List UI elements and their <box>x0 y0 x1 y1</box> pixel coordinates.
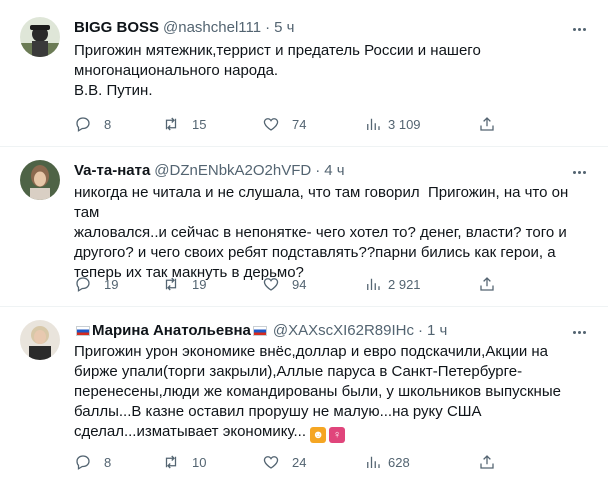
more-icon[interactable] <box>568 19 590 39</box>
share-icon <box>480 277 494 291</box>
views-button[interactable]: 3 109 <box>364 114 421 134</box>
heart-icon <box>263 118 279 131</box>
views-chart-icon <box>367 118 380 130</box>
reply-icon <box>76 277 90 292</box>
avatar[interactable] <box>20 160 60 200</box>
tweet-text: Пригожин урон экономике внёс,доллар и ев… <box>74 342 584 443</box>
tweet-text-body: Пригожин мятежник,террист и предатель Ро… <box>74 42 481 99</box>
share-icon <box>480 455 494 469</box>
share-button[interactable] <box>478 114 496 134</box>
female-sign-emoji-icon: ♀ <box>329 427 346 443</box>
retweet-icon <box>165 117 177 131</box>
author-handle[interactable]: @nashchel111 <box>163 19 261 36</box>
author-name[interactable]: Марина Анатольевна <box>92 322 251 339</box>
views-button[interactable]: 628 <box>364 452 410 472</box>
reply-icon <box>76 117 90 132</box>
retweet-button[interactable]: 19 <box>162 274 206 294</box>
retweet-icon <box>165 277 177 291</box>
avatar[interactable] <box>20 17 60 57</box>
tweet-text-content: Пригожин урон экономике внёс,доллар и ев… <box>74 343 561 440</box>
tweet-text-body: никогда не читала и не слушала, что там … <box>74 184 569 281</box>
separator-dot: · <box>265 19 271 36</box>
author-name[interactable]: Va-та-ната <box>74 162 150 179</box>
share-button[interactable] <box>478 452 496 472</box>
woman-emoji-icon: ☻ <box>310 427 327 443</box>
retweet-icon <box>165 455 177 469</box>
reply-button[interactable]: 8 <box>74 452 111 472</box>
reply-count: 19 <box>104 276 119 292</box>
share-button[interactable] <box>478 274 496 294</box>
like-count: 94 <box>292 276 307 292</box>
more-icon[interactable] <box>568 322 590 342</box>
tweet-header: BIGG BOSS @nashchel111 · 5 ч <box>74 18 294 38</box>
tweet-header: Va-та-ната @DZnENbkA2O2hVFD · 4 ч <box>74 161 345 181</box>
tweet-time[interactable]: 5 ч <box>274 19 294 36</box>
views-count: 3 109 <box>388 116 421 132</box>
views-count: 628 <box>388 454 410 470</box>
reply-count: 8 <box>104 116 112 132</box>
tweet-actions: 8 15 74 3 109 <box>74 114 504 134</box>
share-icon <box>480 117 494 131</box>
reply-count: 8 <box>104 454 112 470</box>
tweet-text: никогда не читала и не слушала, что там … <box>74 183 584 283</box>
more-icon[interactable] <box>568 162 590 182</box>
separator-dot: · <box>315 162 321 179</box>
retweet-count: 19 <box>192 276 207 292</box>
russia-flag-icon <box>76 326 90 336</box>
like-button[interactable]: 24 <box>262 452 306 472</box>
tweet-actions: 19 19 94 2 921 <box>74 274 504 294</box>
like-button[interactable]: 74 <box>262 114 306 134</box>
views-chart-icon <box>367 456 380 468</box>
tweet-time[interactable]: 4 ч <box>324 162 344 179</box>
tweet-text-body: Пригожин урон экономике внёс,доллар и ев… <box>74 342 584 443</box>
heart-icon <box>263 278 279 291</box>
tweet[interactable]: Марина Анатольевна @XAXscXI62R89IHc · 1 ч П… <box>0 306 608 488</box>
tweet-text: Пригожин мятежник,террист и предатель Ро… <box>74 41 584 101</box>
author-handle[interactable]: @DZnENbkA2O2hVFD <box>154 162 311 179</box>
separator-dot: · <box>418 322 423 339</box>
russia-flag-icon <box>252 326 267 336</box>
like-button[interactable]: 94 <box>262 274 306 294</box>
views-chart-icon <box>367 278 380 290</box>
tweet-time[interactable]: 1 ч <box>427 322 447 339</box>
reply-button[interactable]: 19 <box>74 274 118 294</box>
retweet-count: 10 <box>192 454 207 470</box>
avatar[interactable] <box>20 320 60 360</box>
reply-icon <box>76 455 90 470</box>
author-handle[interactable]: @XAXscXI62R89IHc <box>273 322 414 339</box>
reply-button[interactable]: 8 <box>74 114 111 134</box>
tweet-feed: BIGG BOSS @nashchel111 · 5 ч Пригожин мятеж… <box>0 0 608 488</box>
tweet-header: Марина Анатольевна @XAXscXI62R89IHc · 1 ч <box>74 321 447 341</box>
heart-icon <box>263 456 279 469</box>
tweet[interactable]: BIGG BOSS @nashchel111 · 5 ч Пригожин мятеж… <box>0 0 608 146</box>
like-count: 74 <box>292 116 307 132</box>
author-name[interactable]: BIGG BOSS <box>74 19 159 36</box>
like-count: 24 <box>292 454 307 470</box>
retweet-button[interactable]: 15 <box>162 114 206 134</box>
retweet-button[interactable]: 10 <box>162 452 206 472</box>
views-count: 2 921 <box>388 276 421 292</box>
retweet-count: 15 <box>192 116 207 132</box>
tweet[interactable]: Va-та-ната @DZnENbkA2O2hVFD · 4 ч никогда н… <box>0 146 608 306</box>
views-button[interactable]: 2 921 <box>364 274 421 294</box>
tweet-actions: 8 10 24 628 <box>74 452 504 472</box>
